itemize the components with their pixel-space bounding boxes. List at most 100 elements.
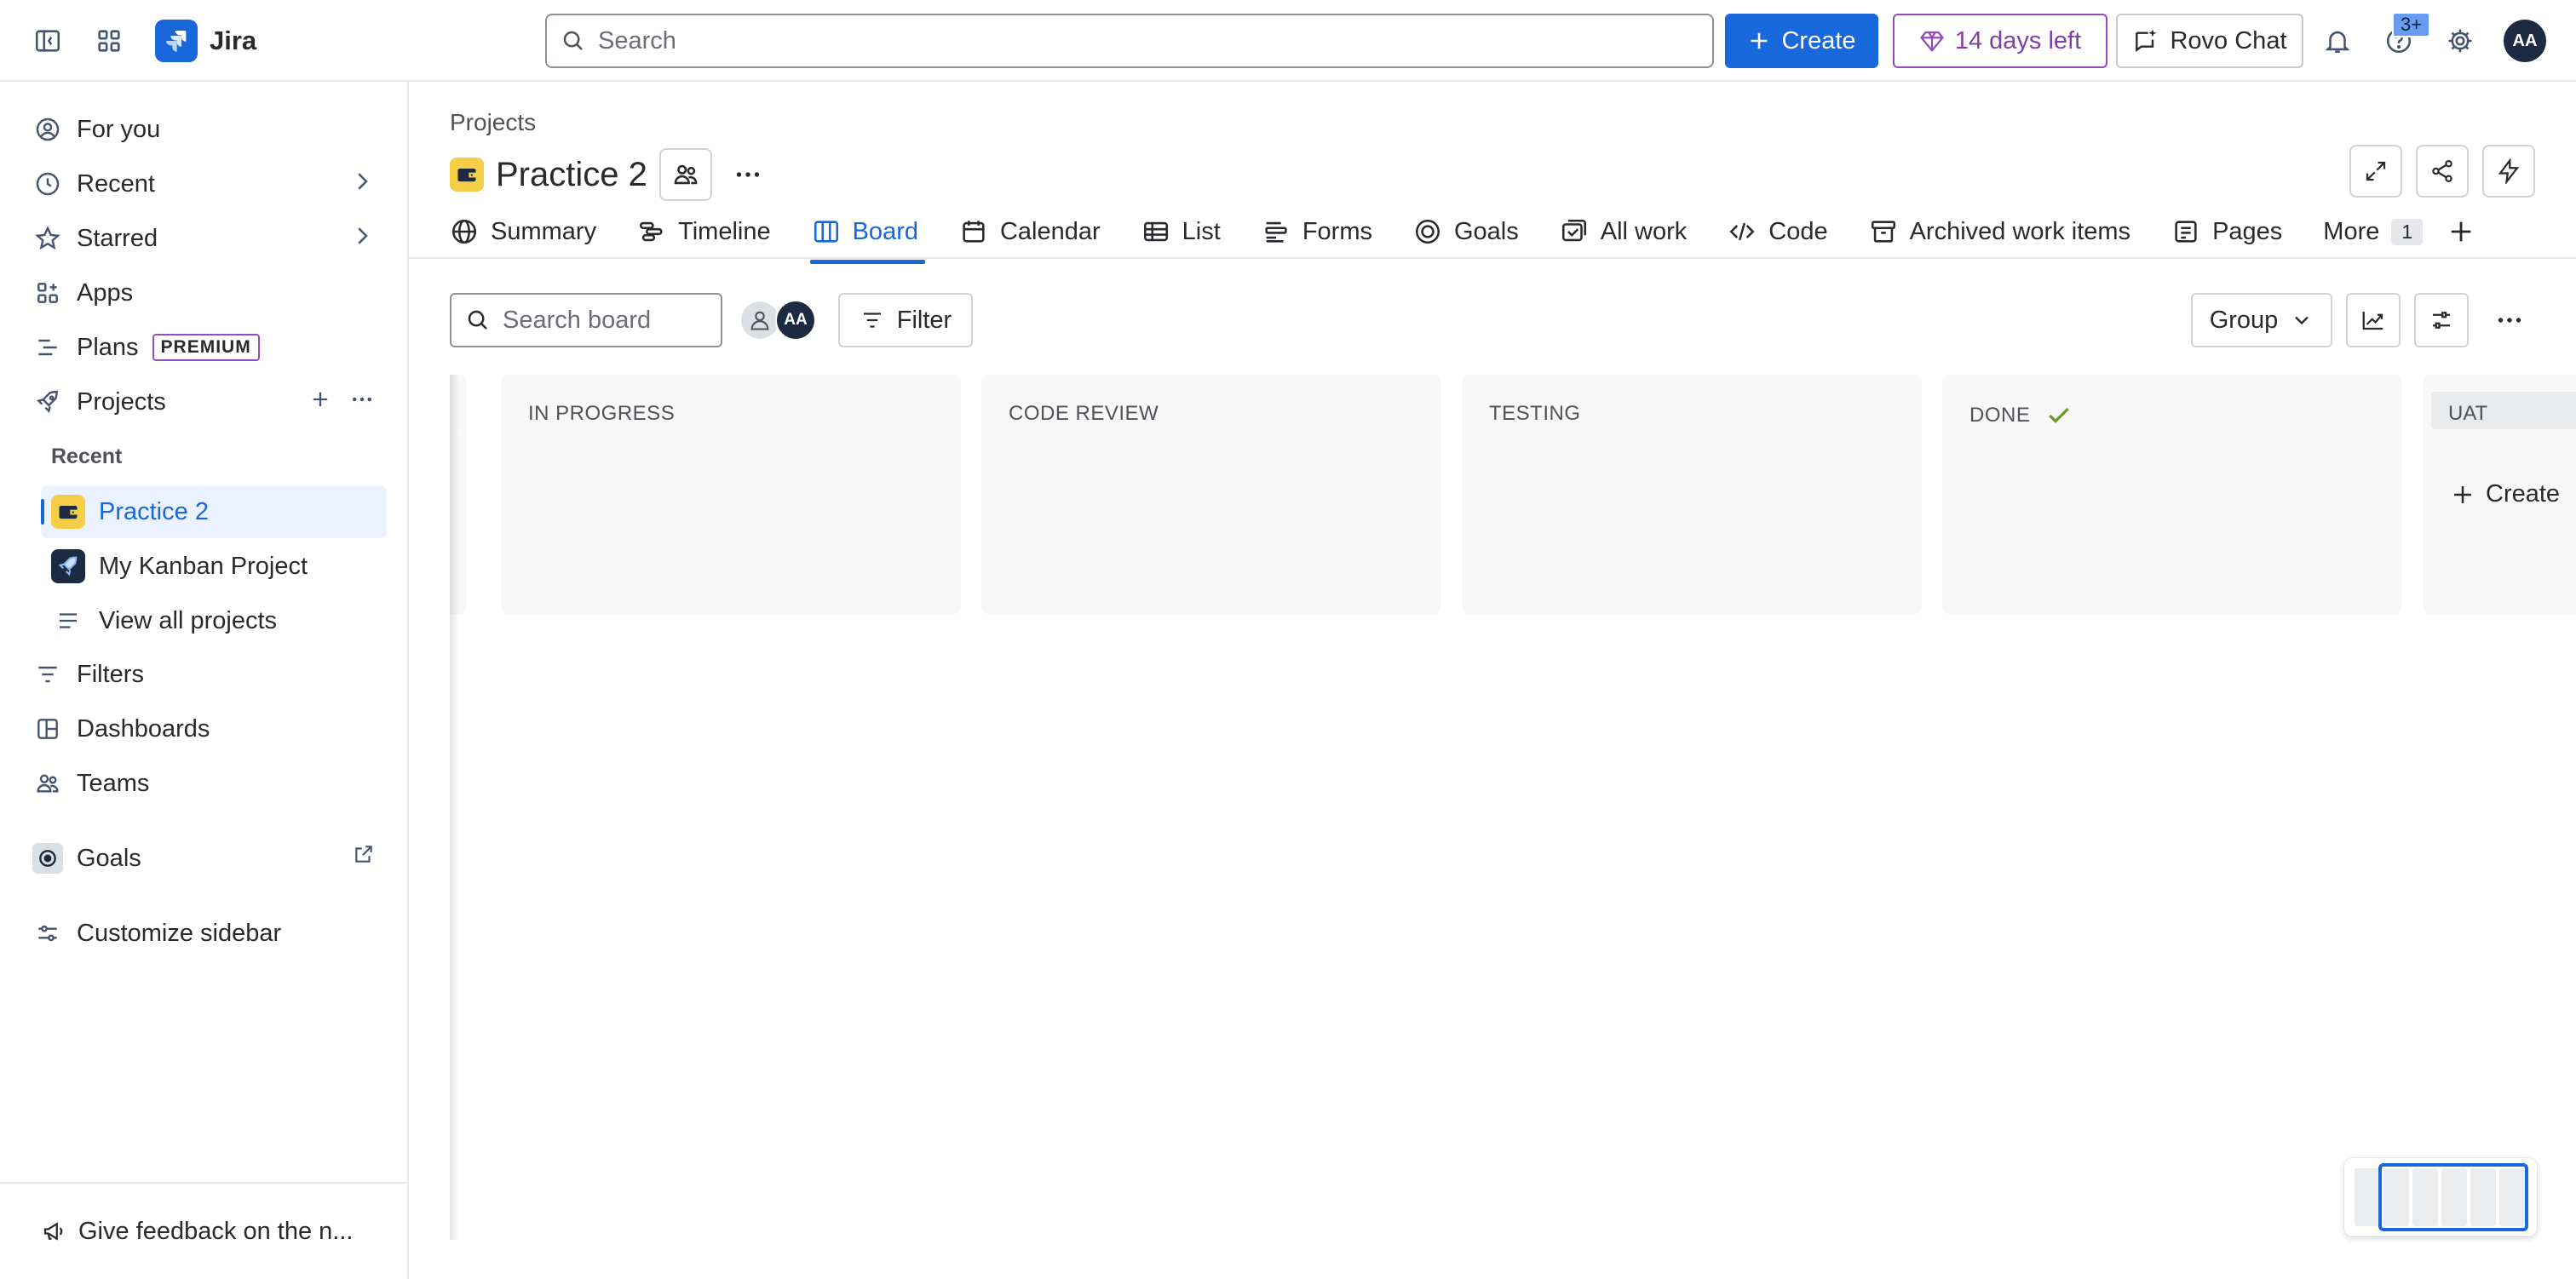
tab-label: Calendar: [999, 217, 1101, 245]
bell-icon: [2325, 31, 2350, 54]
chart-trend-icon: [2362, 312, 2383, 330]
assignee-filter: AA: [739, 300, 816, 341]
minimap-viewport[interactable]: [2378, 1163, 2528, 1231]
fullscreen-button[interactable]: [2349, 145, 2402, 198]
search-icon: [563, 31, 583, 50]
settings-button[interactable]: [2436, 17, 2484, 65]
app-switcher-button[interactable]: [85, 17, 133, 65]
board-column-testing[interactable]: TESTING: [1462, 375, 1922, 615]
user-circle-icon: [32, 114, 63, 145]
recent-projects-heading: Recent: [51, 444, 123, 468]
share-icon: [2432, 160, 2452, 182]
sidebar-item-label: Teams: [77, 769, 150, 797]
tab-pages[interactable]: Pages: [2171, 206, 2282, 257]
user-icon: [750, 311, 769, 330]
board-more-button[interactable]: [2482, 293, 2537, 347]
sidebar-item-label: Recent: [77, 169, 155, 198]
all-work-icon: [1561, 219, 1586, 242]
group-by-button[interactable]: Group: [2191, 293, 2332, 347]
sidebar-item-label: Starred: [77, 224, 158, 252]
list-icon: [1143, 221, 1168, 242]
board-column-done[interactable]: DONE: [1942, 375, 2402, 615]
sidebar-toggle-button[interactable]: [24, 17, 72, 65]
tab-all-work[interactable]: All work: [1560, 206, 1688, 257]
column-title: CODE REVIEW: [1009, 402, 1159, 426]
global-search-input[interactable]: Search: [545, 14, 1714, 68]
board-column-code-review[interactable]: CODE REVIEW: [981, 375, 1441, 615]
tab-board[interactable]: Board: [809, 206, 926, 264]
sidebar-item-for-you[interactable]: For you: [20, 104, 387, 155]
breadcrumb[interactable]: Projects: [450, 109, 536, 136]
sidebar-item-plans[interactable]: Plans PREMIUM: [20, 322, 387, 373]
view-all-projects-link[interactable]: View all projects: [41, 594, 387, 647]
rovo-chat-icon: [2136, 29, 2158, 53]
project-more-button[interactable]: [724, 151, 772, 198]
sidebar-item-label: Apps: [77, 278, 134, 307]
checkmark-icon: [2049, 407, 2070, 423]
more-horizontal-icon[interactable]: [349, 387, 375, 412]
share-button[interactable]: [2416, 145, 2469, 198]
add-tab-button[interactable]: [2447, 206, 2475, 257]
tab-goals[interactable]: Goals: [1413, 206, 1519, 257]
tab-archived-work-items[interactable]: Archived work items: [1869, 206, 2130, 257]
page-title: Practice 2: [496, 155, 647, 193]
board-column-in-progress[interactable]: IN PROGRESS: [501, 375, 961, 615]
rovo-chat-button[interactable]: Rovo Chat: [2116, 14, 2303, 68]
give-feedback-link[interactable]: Give feedback on the n...: [0, 1182, 407, 1279]
sliders-icon: [2433, 312, 2450, 329]
profile-button[interactable]: AA: [2501, 17, 2549, 65]
sidebar-item-apps[interactable]: Apps: [20, 267, 387, 318]
sidebar-project-practice-2[interactable]: Practice 2: [41, 485, 387, 538]
forms-icon: [1265, 221, 1287, 243]
main-content: Projects Practice 2 Summary Timeline Boa…: [409, 82, 2576, 1279]
plus-icon: [2454, 485, 2471, 503]
tab-timeline[interactable]: Timeline: [637, 206, 771, 257]
automation-button[interactable]: [2482, 145, 2535, 198]
create-button[interactable]: Create: [1725, 14, 1878, 68]
sidebar-item-recent[interactable]: Recent: [20, 158, 387, 209]
sidebar-item-dashboards[interactable]: Dashboards: [20, 703, 387, 754]
people-icon: [674, 164, 698, 185]
plus-icon[interactable]: [308, 387, 332, 411]
jira-home-link[interactable]: Jira: [155, 19, 256, 63]
sidebar-item-goals[interactable]: Goals: [20, 833, 387, 884]
filter-button[interactable]: Filter: [838, 293, 973, 347]
board-search-input[interactable]: Search board: [450, 293, 722, 347]
sidebar-item-label: Customize sidebar: [77, 919, 282, 947]
view-settings-button[interactable]: [2414, 293, 2469, 347]
tab-calendar[interactable]: Calendar: [959, 206, 1101, 257]
sidebar-item-teams[interactable]: Teams: [20, 758, 387, 809]
group-label: Group: [2209, 306, 2279, 334]
tab-list[interactable]: List: [1141, 206, 1221, 257]
project-name: Practice 2: [99, 497, 209, 525]
sidebar-project-my-kanban[interactable]: My Kanban Project: [41, 540, 387, 593]
star-icon: [32, 223, 63, 254]
sidebar-item-starred[interactable]: Starred: [20, 213, 387, 264]
tab-more[interactable]: More 1: [2323, 206, 2424, 257]
board-column-uat[interactable]: UAT Create: [2423, 375, 2576, 615]
insights-button[interactable]: [2346, 293, 2401, 347]
filter-label: Filter: [896, 306, 952, 334]
pages-icon: [2175, 221, 2197, 243]
tab-summary[interactable]: Summary: [450, 206, 596, 257]
calendar-icon: [963, 221, 985, 243]
tab-label: Archived work items: [1909, 217, 2131, 245]
sidebar-item-customize[interactable]: Customize sidebar: [20, 908, 387, 959]
notifications-button[interactable]: [2314, 17, 2361, 65]
sidebar-item-label: Goals: [77, 844, 141, 872]
tab-label: All work: [1600, 217, 1688, 245]
unassigned-avatar[interactable]: [739, 300, 780, 341]
sidebar-item-projects[interactable]: Projects: [20, 376, 387, 427]
create-issue-button[interactable]: Create: [2450, 480, 2560, 508]
lightning-icon: [2498, 158, 2520, 184]
sidebar-item-label: Projects: [77, 387, 166, 416]
sidebar-item-filters[interactable]: Filters: [20, 649, 387, 700]
tab-forms[interactable]: Forms: [1262, 206, 1372, 257]
project-team-button[interactable]: [658, 148, 712, 201]
avatar: AA: [2504, 20, 2546, 62]
tab-code[interactable]: Code: [1728, 206, 1828, 257]
trial-days-button[interactable]: 14 days left: [1893, 14, 2107, 68]
avatar[interactable]: AA: [775, 300, 816, 341]
board-minimap[interactable]: [2344, 1158, 2537, 1236]
create-label: Create: [2486, 480, 2561, 508]
